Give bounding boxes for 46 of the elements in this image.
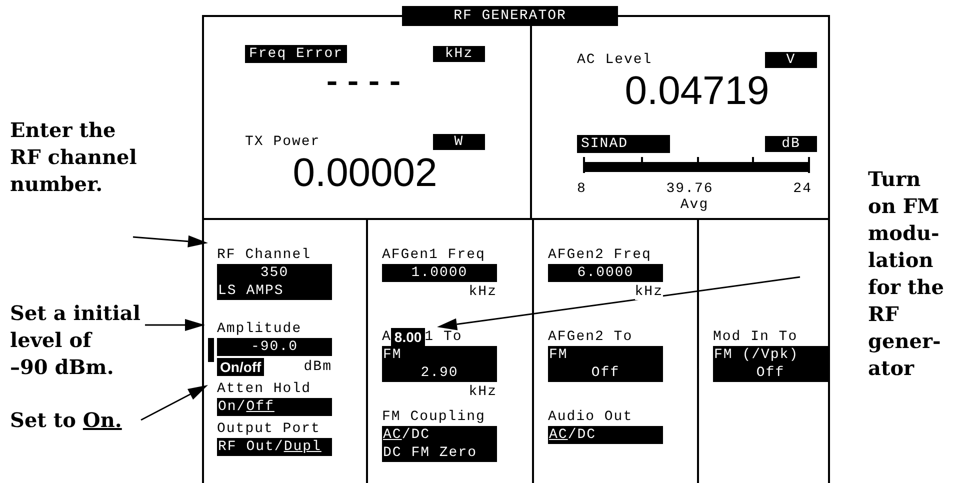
measurement-value: 0.00002 [292, 153, 438, 193]
field-value: FM 2.90 [382, 346, 497, 382]
measurement-label: Freq Error [245, 45, 348, 63]
unit-label: kHz [433, 46, 485, 62]
field-value: RF Out/Dupl [217, 438, 332, 456]
annotation-text: Set to On. [10, 407, 122, 434]
field-label: RF Channel [217, 246, 312, 264]
callout-label: 8.00 [391, 328, 425, 346]
field-value: -90.0 [217, 338, 332, 356]
field-value: FM Off [548, 346, 663, 382]
field-label: Amplitude [217, 320, 303, 338]
unit-label: dB [765, 136, 817, 152]
field-label: AFGen2 Freq [548, 246, 652, 264]
field-label: Atten Hold [217, 380, 312, 398]
field-label: Audio Out [548, 408, 634, 426]
field-label: FM Coupling [382, 408, 486, 426]
measurement-label: TX Power [245, 134, 320, 150]
field-value: 1.0000 [382, 264, 497, 282]
field-value: 350 LS AMPS [217, 264, 332, 300]
field-label: AFGen1 Freq [382, 246, 486, 264]
annotation-text: Enter the RF channel number. [10, 117, 137, 198]
field-label: Output Port [217, 420, 322, 438]
field-label: A [382, 329, 392, 345]
measurement-label: AC Level [577, 52, 652, 68]
meter-reading: 39.76 [666, 181, 714, 197]
field-value: 6.0000 [548, 264, 663, 282]
measurement-value: 0.04719 [624, 71, 770, 111]
scale-label: 8 [577, 181, 586, 197]
callout-label: On/off [217, 358, 264, 376]
detector-label: Avg [679, 197, 710, 213]
field-value: AC/DC DC FM Zero [382, 426, 497, 462]
field-value: FM (/Vpk) Off [713, 346, 828, 382]
measurement-label: SINAD [577, 135, 670, 153]
unit-label: W [433, 134, 485, 150]
field-label: AFGen2 To [548, 328, 634, 346]
annotation-text: Turn on FM modu- lation for the RF gener- ator [868, 166, 944, 382]
scale-label: 24 [793, 181, 812, 197]
unit-label: kHz [634, 284, 663, 300]
field-value: On/Off [217, 398, 332, 416]
field-label: 1 To [424, 329, 462, 345]
measurement-value: ---- [322, 69, 408, 99]
field-label: Mod In To [713, 328, 799, 346]
unit-label: V [765, 52, 817, 68]
field-value: AC/DC [548, 426, 663, 444]
annotation-text: Set a initial level of –90 dBm. [10, 300, 140, 381]
screen-title: RF GENERATOR [402, 6, 618, 26]
